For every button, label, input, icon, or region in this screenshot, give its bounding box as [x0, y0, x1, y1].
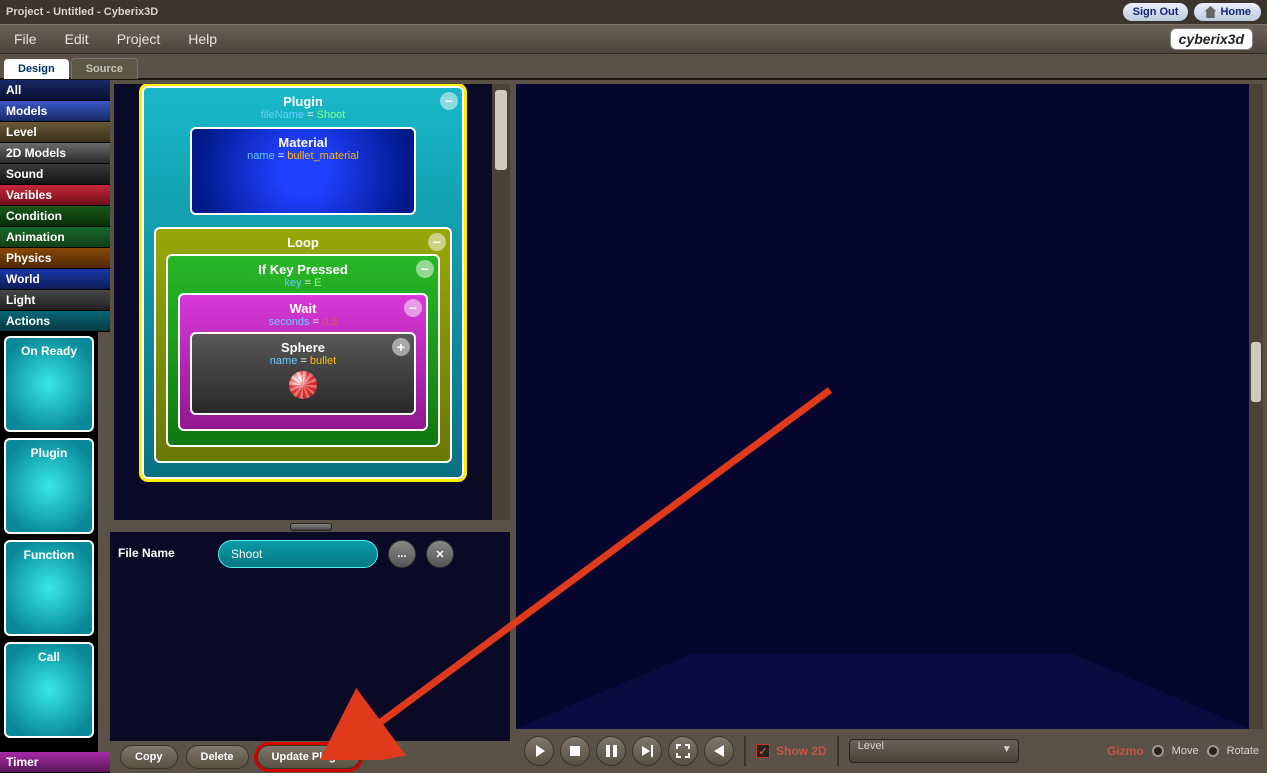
viewport-scrollbar[interactable]	[1249, 84, 1263, 729]
gizmo-rotate-radio[interactable]	[1207, 745, 1219, 757]
next-icon	[642, 746, 650, 756]
sound-button[interactable]	[704, 736, 734, 766]
show2d-label: Show 2D	[776, 744, 827, 758]
cat-sound[interactable]: Sound	[0, 164, 110, 185]
collapse-icon[interactable]: −	[440, 92, 458, 110]
next-button[interactable]	[632, 736, 662, 766]
cat-models[interactable]: Models	[0, 101, 110, 122]
tab-design[interactable]: Design	[4, 59, 69, 79]
expand-icon[interactable]: +	[392, 338, 410, 356]
sphere-preview-icon	[289, 371, 317, 399]
block-plugin-title: Plugin	[150, 94, 456, 109]
grid-floor	[516, 654, 1249, 729]
stop-button[interactable]	[560, 736, 590, 766]
block-loop[interactable]: − Loop − If Key Pressed key = E − Wait s…	[154, 227, 452, 463]
cat-actions[interactable]: Actions	[0, 311, 110, 332]
block-sphere[interactable]: + Sphere name = bullet	[190, 332, 416, 415]
home-button[interactable]: Home	[1194, 3, 1261, 21]
block-ifkey[interactable]: − If Key Pressed key = E − Wait seconds …	[166, 254, 440, 447]
block-wait[interactable]: − Wait seconds = 0.3 + Sphere name = bul…	[178, 293, 428, 431]
prop-filename-input[interactable]	[218, 540, 378, 568]
transport-bar: Show 2D Level Gizmo Move Rotate	[516, 729, 1267, 773]
category-sidebar: All Models Level 2D Models Sound Varible…	[0, 80, 110, 773]
block-canvas[interactable]: − Plugin fileName = Shoot Material name …	[114, 84, 492, 520]
cat-all[interactable]: All	[0, 80, 110, 101]
level-dropdown[interactable]: Level	[849, 739, 1019, 763]
signout-button[interactable]: Sign Out	[1123, 3, 1189, 21]
pal-call[interactable]: Call	[4, 642, 94, 738]
stop-icon	[570, 746, 580, 756]
divider	[744, 736, 746, 766]
block-material-title: Material	[198, 135, 408, 150]
cat-timer[interactable]: Timer	[0, 752, 110, 773]
collapse-icon[interactable]: −	[404, 299, 422, 317]
block-sphere-title: Sphere	[198, 340, 408, 355]
pal-on-ready[interactable]: On Ready	[4, 336, 94, 432]
menu-file[interactable]: File	[14, 31, 37, 47]
gizmo-move-radio[interactable]	[1152, 745, 1164, 757]
show2d-checkbox[interactable]	[756, 744, 770, 758]
prop-browse-button[interactable]: ...	[388, 540, 416, 568]
divider	[837, 736, 839, 766]
horizontal-splitter[interactable]	[110, 520, 510, 532]
collapse-icon[interactable]: −	[428, 233, 446, 251]
block-loop-title: Loop	[162, 235, 444, 250]
block-wait-title: Wait	[186, 301, 420, 316]
block-material[interactable]: Material name = bullet_material	[190, 127, 416, 215]
palette-scrollbar[interactable]	[98, 332, 110, 752]
fullscreen-button[interactable]	[668, 736, 698, 766]
palette: On Ready Plugin Function Call	[0, 332, 98, 752]
block-plugin[interactable]: − Plugin fileName = Shoot Material name …	[142, 86, 464, 479]
update-plugin-button[interactable]: Update Plugin	[257, 745, 361, 769]
menu-edit[interactable]: Edit	[65, 31, 89, 47]
cat-world[interactable]: World	[0, 269, 110, 290]
pal-plugin[interactable]: Plugin	[4, 438, 94, 534]
cat-light[interactable]: Light	[0, 290, 110, 311]
editor-column: − Plugin fileName = Shoot Material name …	[110, 80, 510, 773]
properties-panel: File Name ... ✕	[110, 532, 510, 741]
prop-filename-label: File Name	[118, 540, 208, 560]
speaker-icon	[714, 745, 724, 757]
tab-row: Design Source	[0, 54, 1267, 80]
menubar: File Edit Project Help cyberix3d	[0, 24, 1267, 54]
delete-button[interactable]: Delete	[186, 745, 249, 769]
canvas-scrollbar[interactable]	[492, 84, 510, 520]
cat-2dmodels[interactable]: 2D Models	[0, 143, 110, 164]
gizmo-rotate-label: Rotate	[1227, 745, 1259, 757]
play-icon	[536, 745, 545, 757]
cat-animation[interactable]: Animation	[0, 227, 110, 248]
play-button[interactable]	[524, 736, 554, 766]
pause-button[interactable]	[596, 736, 626, 766]
copy-button[interactable]: Copy	[120, 745, 178, 769]
brand-logo: cyberix3d	[1170, 28, 1253, 50]
prop-clear-button[interactable]: ✕	[426, 540, 454, 568]
cat-physics[interactable]: Physics	[0, 248, 110, 269]
pal-function[interactable]: Function	[4, 540, 94, 636]
home-icon	[1204, 6, 1216, 18]
pause-icon	[606, 745, 617, 757]
gizmo-move-label: Move	[1172, 745, 1199, 757]
cat-varibles[interactable]: Varibles	[0, 185, 110, 206]
action-bar: Copy Delete Update Plugin	[110, 741, 510, 773]
cat-level[interactable]: Level	[0, 122, 110, 143]
viewport-column: Show 2D Level Gizmo Move Rotate	[510, 80, 1267, 773]
collapse-icon[interactable]: −	[416, 260, 434, 278]
home-label: Home	[1220, 6, 1251, 18]
block-ifkey-title: If Key Pressed	[174, 262, 432, 277]
gizmo-label: Gizmo	[1107, 744, 1144, 758]
menu-help[interactable]: Help	[188, 31, 217, 47]
tab-source[interactable]: Source	[71, 58, 138, 79]
fullscreen-icon	[676, 744, 690, 758]
cat-condition[interactable]: Condition	[0, 206, 110, 227]
menu-project[interactable]: Project	[117, 31, 161, 47]
app-header: Project - Untitled - Cyberix3D Sign Out …	[0, 0, 1267, 24]
3d-viewport[interactable]	[516, 84, 1263, 729]
window-title: Project - Untitled - Cyberix3D	[6, 6, 158, 18]
